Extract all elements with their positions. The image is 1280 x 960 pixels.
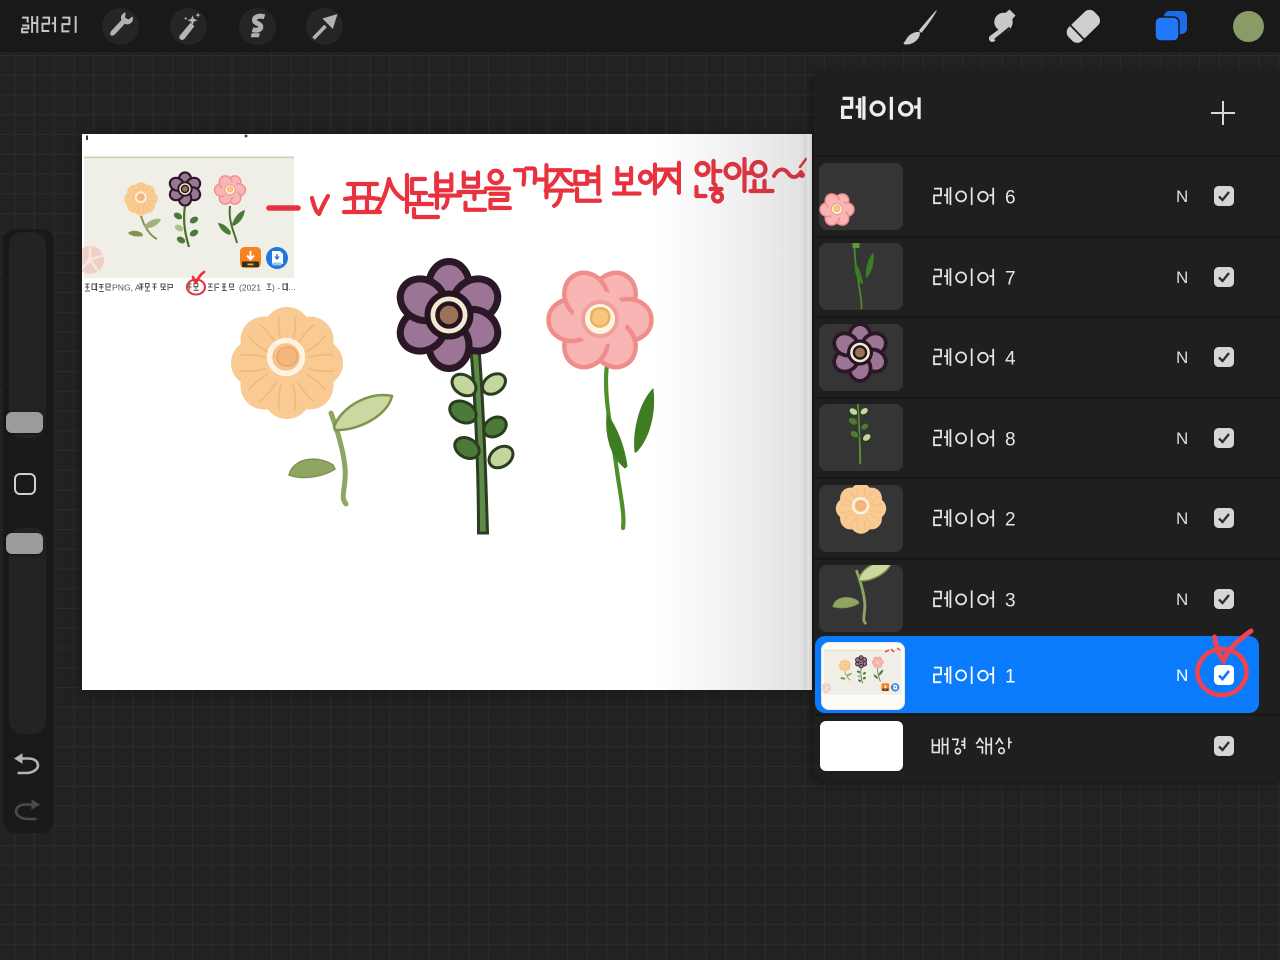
svg-text:6: 6 bbox=[1005, 188, 1016, 208]
svg-text:8: 8 bbox=[1005, 429, 1016, 449]
svg-text:PNG, AI: PNG, AI bbox=[112, 283, 143, 293]
svg-text:2: 2 bbox=[1005, 510, 1016, 530]
svg-text:4: 4 bbox=[1005, 349, 1016, 369]
svg-text:...: ... bbox=[289, 282, 296, 292]
svg-text:) -: ) - bbox=[272, 283, 280, 293]
svg-text:(2021: (2021 bbox=[239, 283, 261, 293]
svg-text:7: 7 bbox=[1005, 268, 1016, 288]
svg-text:3: 3 bbox=[1005, 590, 1016, 610]
svg-text:1: 1 bbox=[1005, 667, 1016, 687]
